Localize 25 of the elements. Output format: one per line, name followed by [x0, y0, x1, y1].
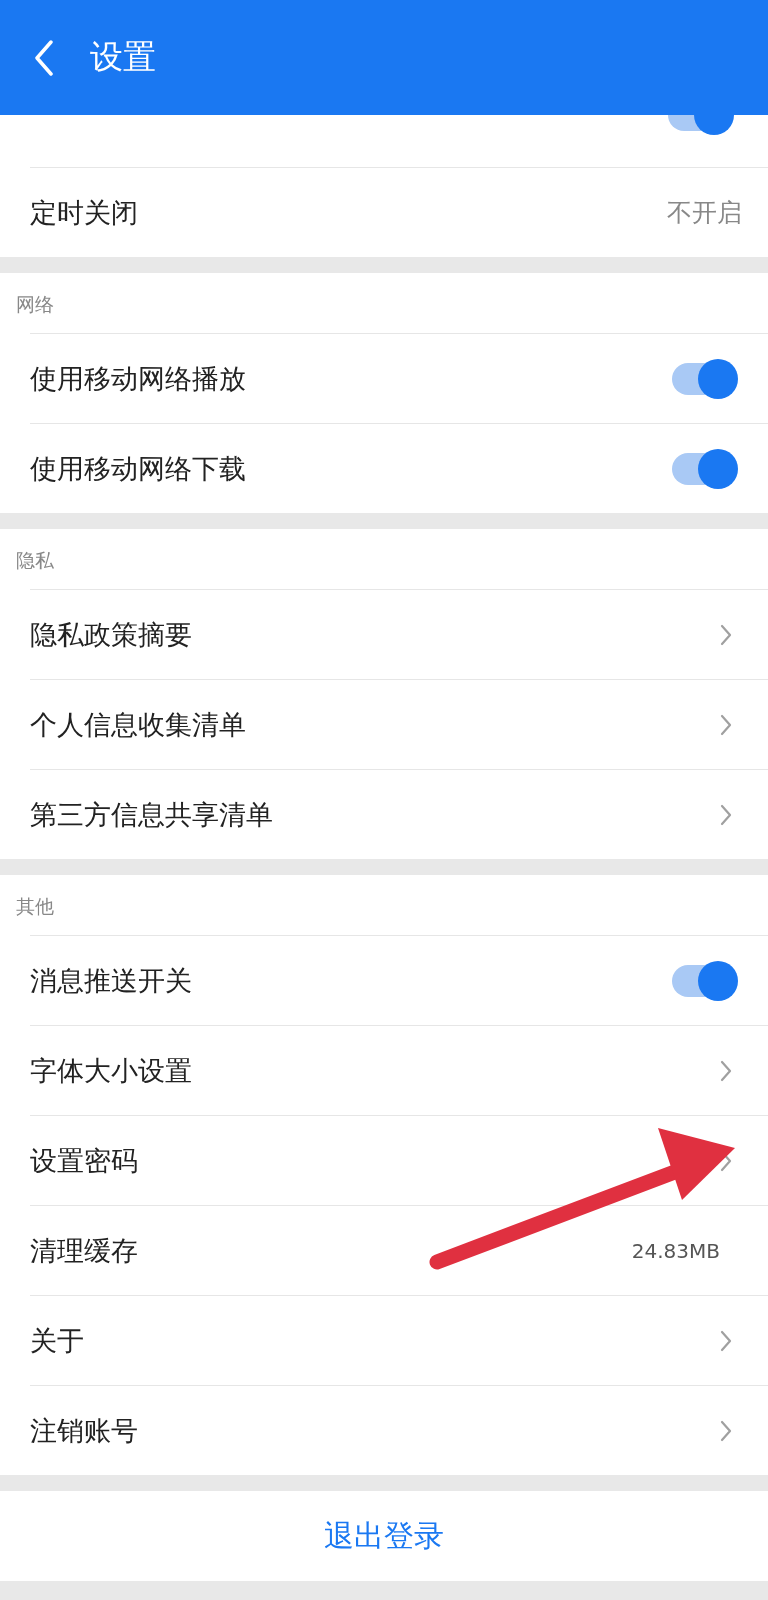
chevron-icon [720, 1329, 732, 1352]
setting-label[interactable]: 个人信息收集清单 [30, 706, 246, 743]
page-title: 设置 [90, 36, 156, 78]
setting-label[interactable]: 关于 [30, 1322, 84, 1359]
setting-label[interactable]: 设置密码 [30, 1142, 138, 1179]
setting-label[interactable]: 字体大小设置 [30, 1052, 192, 1089]
setting-label[interactable]: 注销账号 [30, 1412, 138, 1449]
chevron-icon [720, 623, 732, 646]
setting-label[interactable]: 清理缓存 [30, 1232, 138, 1269]
setting-label[interactable]: 消息推送开关 [30, 962, 192, 999]
back-icon[interactable] [34, 39, 54, 76]
setting-label[interactable]: 隐私政策摘要 [30, 616, 192, 653]
setting-label[interactable]: 定时关闭 [30, 194, 138, 231]
chevron-icon [720, 803, 732, 826]
setting-value: 不开启 [667, 197, 742, 229]
chevron-icon [720, 1419, 732, 1442]
section-label: 网络 [15, 292, 55, 317]
section-label: 隐私 [15, 548, 55, 573]
section-label: 其他 [15, 894, 55, 919]
chevron-icon [720, 1059, 732, 1082]
cache-size: 24.83MB [631, 1238, 720, 1263]
chevron-icon [720, 713, 732, 736]
setting-label[interactable]: 使用移动网络下载 [30, 450, 246, 487]
setting-label[interactable]: 使用移动网络播放 [30, 360, 246, 397]
setting-label[interactable]: 第三方信息共享清单 [30, 796, 273, 833]
